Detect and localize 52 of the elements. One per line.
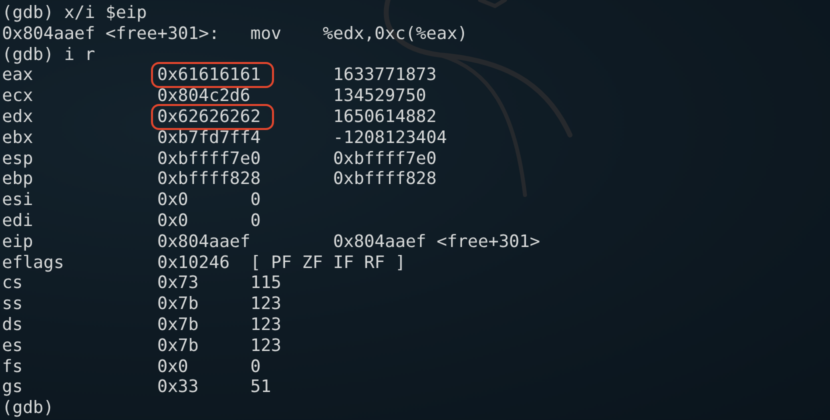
register-natural-value: 51	[250, 377, 272, 398]
register-value: 0x10246	[157, 252, 230, 273]
register-value: 0x7b	[157, 336, 199, 356]
register-name: ecx	[2, 86, 34, 106]
register-natural-value: -1208123404	[333, 128, 447, 148]
register-name: ebp	[2, 169, 34, 190]
output-line: 0x804aaef <free+301>: mov %edx,0xc(%eax)	[2, 24, 468, 44]
register-name: eflags	[2, 252, 64, 273]
register-name: esp	[2, 148, 34, 169]
register-name: es	[2, 336, 23, 356]
register-name: gs	[2, 377, 23, 398]
register-value: 0x0	[157, 356, 188, 377]
register-natural-value: 0x804aaef <free+301>	[333, 232, 540, 252]
register-natural-value: 134529750	[333, 86, 426, 106]
register-name: edx	[2, 106, 34, 127]
register-natural-value: 115	[250, 273, 282, 294]
register-value: 0xb7fd7ff4	[157, 128, 261, 148]
register-natural-value: 1650614882	[333, 106, 437, 127]
register-name: eip	[2, 232, 34, 252]
command-line: (gdb) i r	[2, 44, 96, 65]
register-value: 0x0	[157, 210, 188, 231]
register-natural-value: 123	[250, 294, 282, 314]
register-value: 0xbffff828	[157, 169, 261, 190]
register-value: 0x0	[157, 190, 188, 210]
register-value: 0x7b	[157, 294, 199, 314]
register-natural-value: 0xbffff7e0	[333, 148, 437, 169]
highlighted-register-value: 0x62626262	[154, 106, 271, 127]
register-natural-value: 123	[250, 314, 282, 335]
register-natural-value: [ PF ZF IF RF ]	[250, 252, 406, 273]
command-line: (gdb) x/i $eip	[2, 3, 147, 23]
register-value: 0x804c2d6	[157, 86, 250, 106]
register-name: ss	[2, 294, 23, 314]
register-value: 0x73	[157, 273, 199, 294]
register-natural-value: 0xbffff828	[333, 169, 437, 190]
register-name: fs	[2, 356, 23, 377]
register-natural-value: 0	[250, 210, 261, 231]
register-name: esi	[2, 190, 34, 210]
register-natural-value: 123	[250, 336, 282, 356]
register-value: 0x804aaef	[157, 232, 250, 252]
command-line: (gdb)	[2, 398, 54, 418]
register-name: cs	[2, 273, 23, 294]
register-natural-value: 0	[250, 356, 261, 377]
register-name: edi	[2, 210, 34, 231]
register-value: 0x33	[157, 377, 199, 398]
register-value: 0xbffff7e0	[157, 148, 261, 169]
highlighted-register-value: 0x61616161	[154, 65, 271, 86]
register-name: ds	[2, 314, 23, 335]
register-natural-value: 1633771873	[333, 65, 437, 86]
register-value: 0x7b	[157, 314, 199, 335]
register-natural-value: 0	[250, 190, 261, 210]
register-name: eax	[2, 65, 34, 86]
register-name: ebx	[2, 128, 34, 148]
